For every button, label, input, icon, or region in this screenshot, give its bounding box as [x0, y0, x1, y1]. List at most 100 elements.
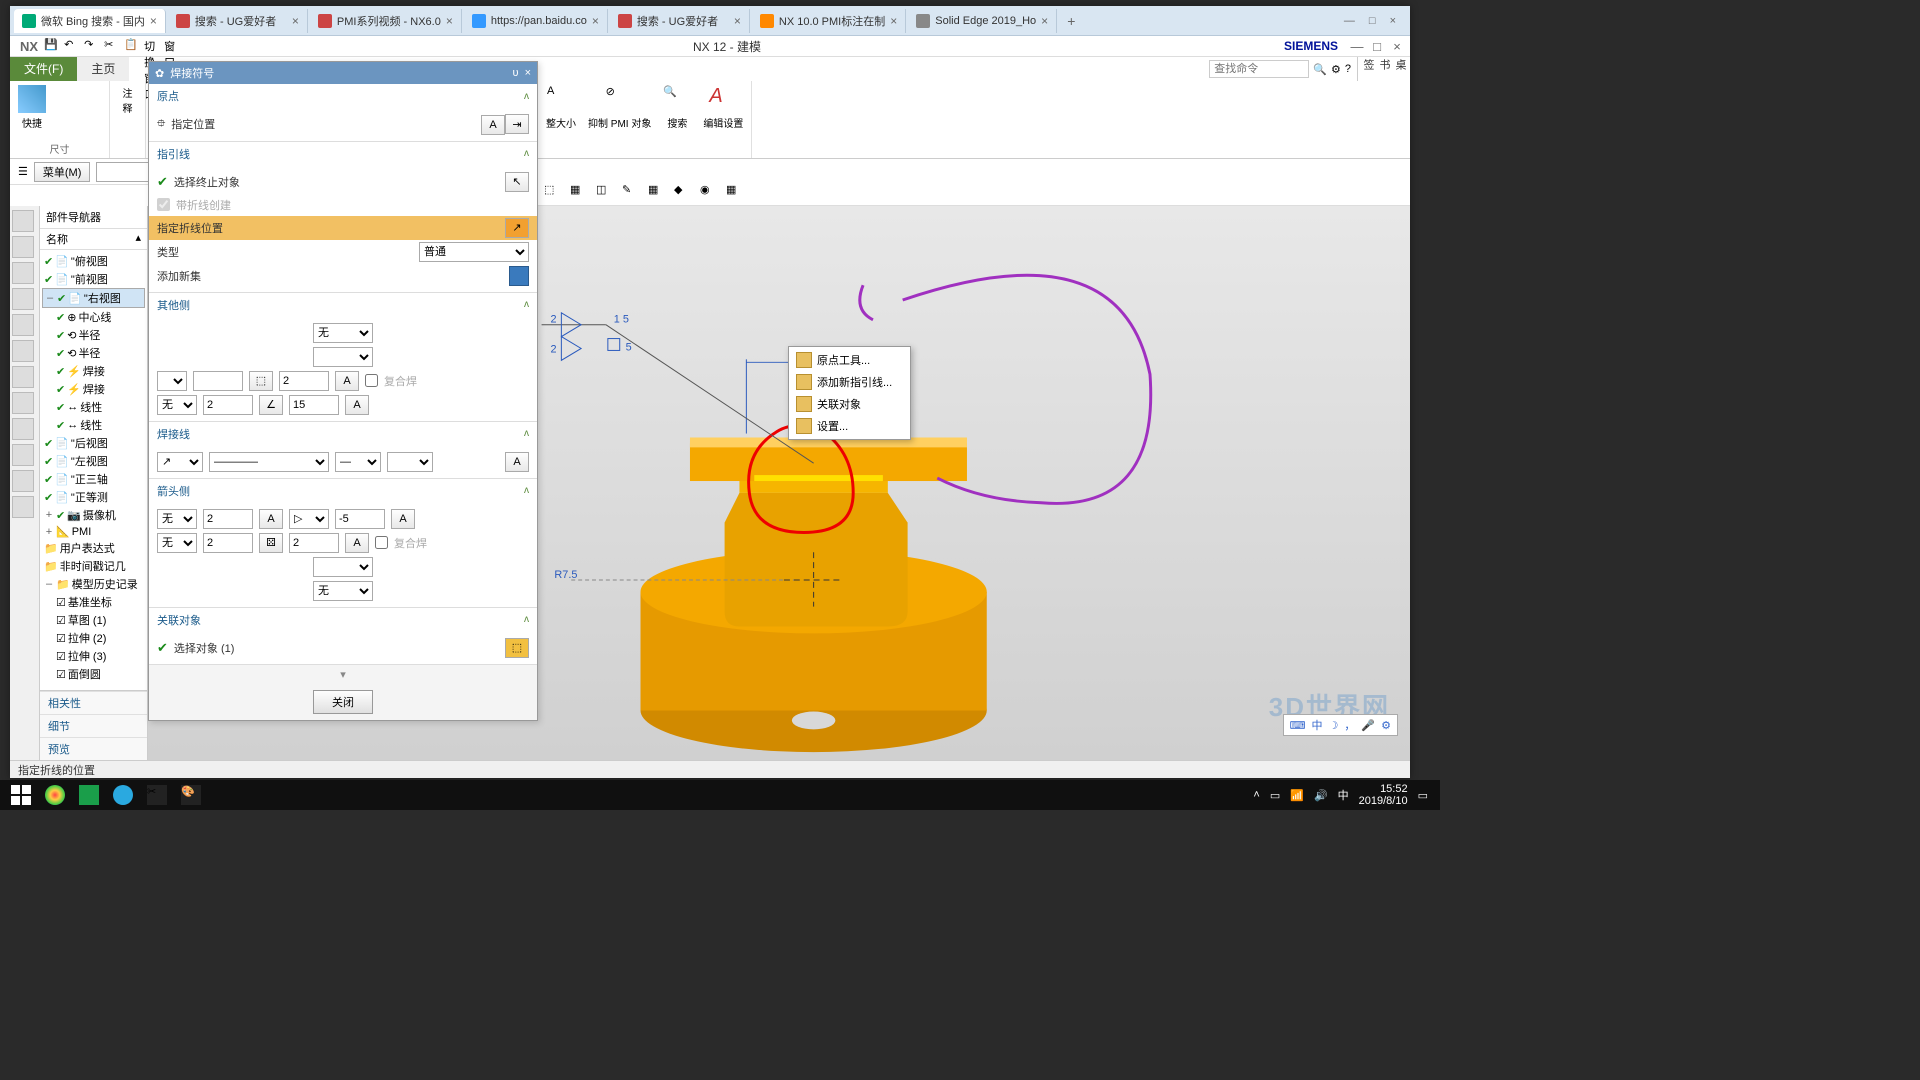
menu-item-add-leader[interactable]: 添加新指引线... — [791, 371, 908, 393]
tree-node[interactable]: ☑拉伸 (3) — [42, 647, 145, 665]
undo-icon[interactable]: ↶ — [64, 38, 80, 54]
os-val2[interactable] — [279, 371, 329, 391]
browser-tab[interactable]: NX 10.0 PMI标注在制× — [752, 9, 906, 33]
tree-node[interactable]: +📐PMI — [42, 524, 145, 539]
close-tab-icon[interactable]: × — [890, 14, 897, 28]
start-button[interactable] — [4, 780, 38, 810]
ribbon-item-search[interactable]: 🔍搜索 — [661, 83, 693, 156]
ribbon-item-resize[interactable]: A整大小 — [544, 83, 578, 156]
minimize-icon[interactable]: — — [1348, 37, 1366, 55]
resource-tab-icon[interactable] — [12, 470, 34, 492]
a-box-icon[interactable]: A — [345, 395, 369, 415]
tray-chevron-icon[interactable]: ˄ — [1253, 789, 1259, 801]
tree-node[interactable]: 📁非时间戳记几 — [42, 557, 145, 575]
tray-clock[interactable]: 15:52 2019/8/10 — [1359, 783, 1408, 807]
tray-wifi-icon[interactable]: 📶 — [1290, 789, 1304, 802]
qat-icon[interactable]: 📋 — [124, 38, 140, 54]
tray-notifications-icon[interactable]: ▭ — [1418, 789, 1428, 802]
browser-tab[interactable]: https://pan.baidu.co× — [464, 9, 608, 33]
resource-tab-icon[interactable] — [12, 262, 34, 284]
tree-node[interactable]: ✔📄"正三轴 — [42, 470, 145, 488]
wl-color[interactable] — [387, 452, 433, 472]
tray-lang[interactable]: 中 — [1338, 787, 1349, 803]
as-v2[interactable] — [335, 509, 385, 529]
as-v3[interactable] — [203, 533, 253, 553]
close-tab-icon[interactable]: × — [292, 14, 299, 28]
tree-node[interactable]: ☑草图 (1) — [42, 611, 145, 629]
as-v1[interactable] — [203, 509, 253, 529]
tab-file[interactable]: 文件(F) — [10, 57, 77, 81]
as-sel3[interactable] — [313, 557, 373, 577]
polyline-point-button[interactable]: ↗ — [505, 218, 529, 238]
section-weld-line[interactable]: 焊接线 — [157, 426, 190, 442]
os-val4[interactable] — [289, 395, 339, 415]
save-icon[interactable]: 💾 — [44, 38, 60, 54]
other-side-select2[interactable] — [313, 347, 373, 367]
select-button[interactable]: ↖ — [505, 172, 529, 192]
angle-icon[interactable]: ∠ — [259, 395, 283, 415]
tree-node[interactable]: ✔📄"后视图 — [42, 434, 145, 452]
as-v4[interactable] — [289, 533, 339, 553]
browser-tab[interactable]: Solid Edge 2019_Ho× — [908, 9, 1057, 33]
os-val[interactable] — [193, 371, 243, 391]
tree-node[interactable]: ✔⚡焊接 — [42, 380, 145, 398]
close-icon[interactable]: × — [1388, 37, 1406, 55]
resource-tab-icon[interactable] — [12, 236, 34, 258]
redo-icon[interactable]: ↷ — [84, 38, 100, 54]
tree-node[interactable]: ✔⟲半径 — [42, 344, 145, 362]
maximize-icon[interactable]: □ — [1368, 37, 1386, 55]
settings-icon[interactable]: ⚙ — [1331, 63, 1341, 76]
wl-style[interactable]: ↗ — [157, 452, 203, 472]
close-tab-icon[interactable]: × — [150, 14, 157, 28]
resource-tab-icon[interactable] — [12, 444, 34, 466]
tab-preview[interactable]: 预览 — [40, 737, 147, 760]
a-box-icon[interactable]: A — [259, 509, 283, 529]
menu-item-settings[interactable]: 设置... — [791, 415, 908, 437]
close-tab-icon[interactable]: × — [734, 14, 741, 28]
browser-tab[interactable]: 搜索 - UG爱好者× — [168, 9, 308, 33]
close-tab-icon[interactable]: × — [446, 14, 453, 28]
tab-dependency[interactable]: 相关性 — [40, 691, 147, 714]
resource-tab-icon[interactable] — [12, 288, 34, 310]
maximize-icon[interactable]: □ — [1369, 15, 1376, 27]
other-side-select[interactable]: 无 — [313, 323, 373, 343]
search-icon[interactable]: 🔍 — [1313, 63, 1327, 76]
tray-volume-icon[interactable]: 🔊 — [1314, 789, 1328, 802]
ime-mic-icon[interactable]: 🎤 — [1361, 719, 1375, 732]
ime-keyboard-icon[interactable]: ⌨ — [1290, 719, 1306, 732]
view-icon[interactable]: ▦ — [726, 183, 744, 201]
dialog-title-bar[interactable]: ✿ 焊接符号 υ× — [149, 62, 537, 84]
resource-tab-icon[interactable] — [12, 392, 34, 414]
a-box-icon[interactable]: A — [505, 452, 529, 472]
ribbon-item-quick[interactable]: 快捷 — [16, 83, 48, 141]
view-icon[interactable]: ◉ — [700, 183, 718, 201]
os-val3[interactable] — [203, 395, 253, 415]
tree-node[interactable]: ☑面倒圆 — [42, 665, 145, 683]
tree-node[interactable]: ✔⟲半径 — [42, 326, 145, 344]
close-tab-icon[interactable]: × — [592, 14, 599, 28]
browser-tab[interactable]: 搜索 - UG爱好者× — [610, 9, 750, 33]
menu-item-origin-tools[interactable]: 原点工具... — [791, 349, 908, 371]
ime-comma-icon[interactable]: ， — [1344, 717, 1355, 733]
os-sel2[interactable]: 无 — [157, 395, 197, 415]
select-obj-button[interactable]: ⬚ — [505, 638, 529, 658]
dropdown-icon[interactable]: ☰ — [18, 165, 28, 178]
view-icon[interactable]: ▦ — [570, 183, 588, 201]
tab-home[interactable]: 主页 — [77, 57, 129, 81]
dice-icon[interactable]: ⚄ — [259, 533, 283, 553]
tree-node[interactable]: –✔📄"右视图 — [42, 288, 145, 308]
section-arrow-side[interactable]: 箭头侧 — [157, 483, 190, 499]
as-sel4[interactable]: 无 — [313, 581, 373, 601]
as-sel2[interactable]: 无 — [157, 533, 197, 553]
a-box-icon[interactable]: A — [391, 509, 415, 529]
tray-battery-icon[interactable]: ▭ — [1270, 789, 1280, 802]
taskbar-app-icon[interactable] — [106, 780, 140, 810]
browser-tab[interactable]: 微软 Bing 搜索 - 国内× — [14, 9, 166, 33]
close-icon[interactable]: × — [1390, 15, 1396, 27]
resource-tab-icon[interactable] — [12, 340, 34, 362]
ime-toolbar[interactable]: ⌨ 中 ☽ ， 🎤 ⚙ — [1283, 714, 1398, 736]
resource-tab-icon[interactable] — [12, 366, 34, 388]
menu-item-associate[interactable]: 关联对象 — [791, 393, 908, 415]
origin-option-button[interactable]: ⇥ — [505, 114, 529, 134]
column-header[interactable]: 名称 — [46, 231, 68, 247]
